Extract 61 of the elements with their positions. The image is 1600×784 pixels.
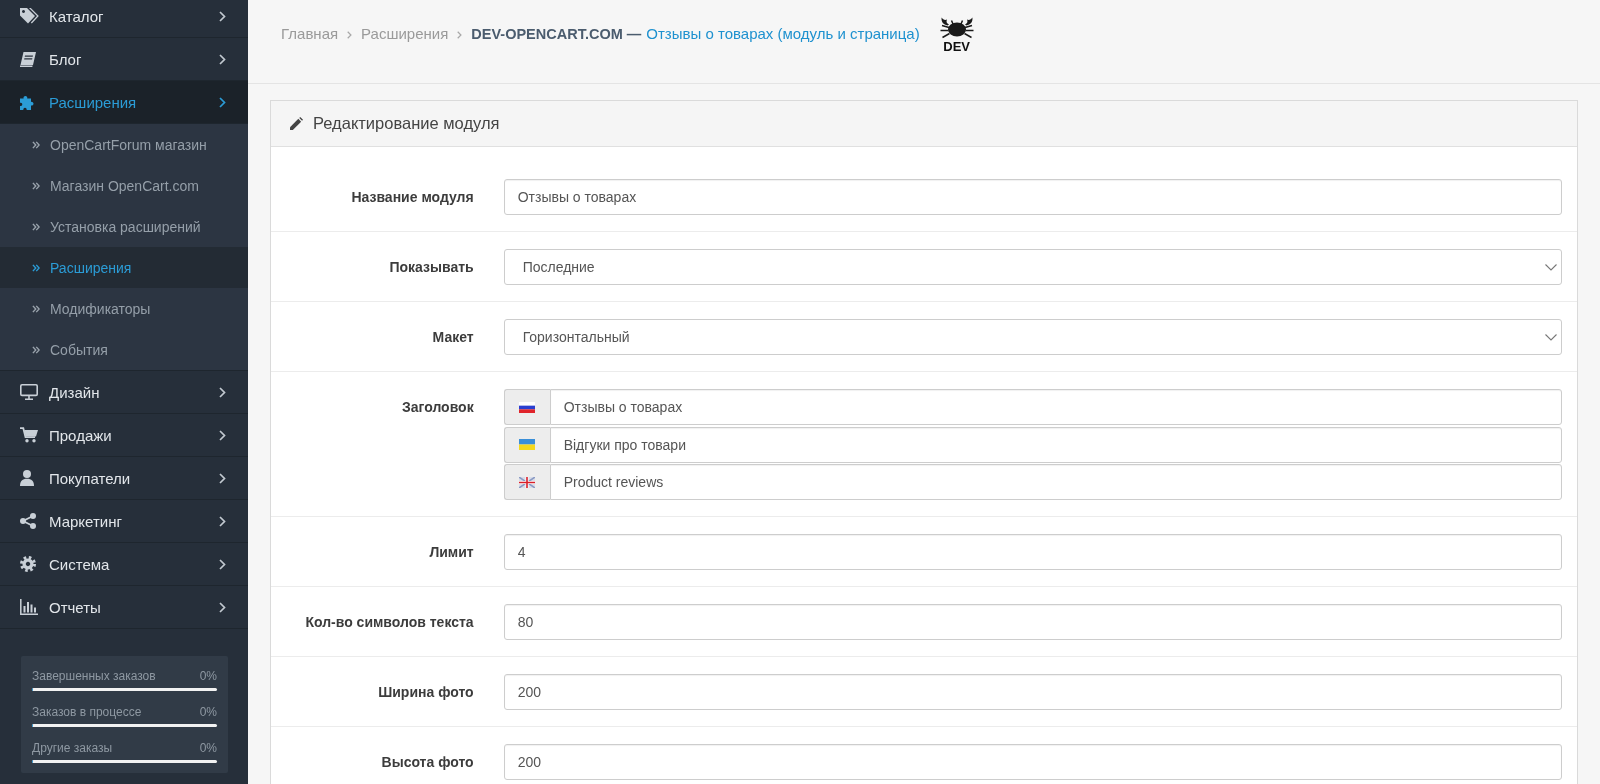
field-label: Макет — [432, 329, 474, 345]
stat-value: 0% — [199, 740, 217, 756]
share-icon — [20, 513, 36, 529]
select-dropdown[interactable]: Горизонтальный — [503, 319, 1562, 355]
field-label: Высота фото — [381, 754, 474, 770]
field-label: Заголовок — [402, 399, 474, 415]
field-label: Кол-во символов текста — [305, 614, 474, 630]
text-input[interactable]: Отзывы о товарах — [503, 179, 1562, 215]
field-label: Название модуля — [351, 189, 474, 205]
text-input[interactable]: 80 — [503, 604, 1562, 640]
field-label: Лимит — [429, 544, 474, 560]
chevron-right-icon — [219, 386, 226, 398]
double-chevron-icon — [32, 181, 40, 190]
title-input[interactable]: Отзывы о товарах — [549, 389, 1562, 425]
double-chevron-icon — [32, 140, 40, 149]
sidebar-subitem[interactable]: Расширения — [0, 247, 248, 288]
pencil-icon — [290, 117, 303, 130]
logo-text: DEV — [943, 39, 971, 53]
stat-value: 0% — [199, 668, 217, 684]
text-input[interactable]: 200 — [503, 674, 1562, 710]
chevron-right-icon — [219, 96, 226, 108]
chevron-right-icon — [219, 515, 226, 527]
cart-icon — [20, 427, 38, 443]
panel-title: Редактирование модуля — [313, 114, 500, 133]
chevron-right-icon — [219, 558, 226, 570]
double-chevron-icon — [32, 345, 40, 354]
field-label: Показывать — [389, 259, 474, 275]
monitor-icon — [20, 384, 38, 400]
text-input[interactable]: 4 — [503, 534, 1562, 570]
british-flag-icon — [519, 476, 536, 488]
double-chevron-icon — [32, 304, 40, 313]
puzzle-icon — [20, 94, 36, 110]
user-icon — [20, 470, 34, 486]
chevron-right-icon — [347, 30, 353, 39]
chevron-right-icon — [219, 601, 226, 613]
chevron-right-icon — [219, 53, 226, 65]
book-icon — [20, 51, 36, 67]
chevron-right-icon — [219, 10, 226, 22]
double-chevron-icon — [32, 263, 40, 272]
bar-chart-icon — [20, 599, 38, 615]
stat-label: Заказов в процессе — [32, 704, 142, 720]
select-dropdown[interactable]: Последние — [503, 249, 1562, 285]
field-label: Ширина фото — [378, 684, 474, 700]
double-chevron-icon — [32, 222, 40, 231]
breadcrumb-title: DEV-OPENCART.COM — — [471, 25, 642, 42]
ukrainian-flag-icon — [519, 439, 536, 450]
chevron-right-icon — [457, 30, 463, 39]
sidebar-item[interactable]: Расширения — [0, 81, 248, 124]
stat-label: Завершенных заказов — [32, 668, 156, 684]
gear-icon — [20, 556, 36, 572]
chevron-down-icon — [1545, 263, 1557, 271]
chevron-right-icon — [219, 429, 226, 441]
title-input[interactable]: Product reviews — [549, 464, 1562, 500]
stat-value: 0% — [199, 704, 217, 720]
tags-icon — [20, 8, 39, 24]
title-input[interactable]: Відгуки про товари — [549, 426, 1562, 463]
chevron-right-icon — [219, 472, 226, 484]
chevron-down-icon — [1545, 333, 1557, 341]
stat-label: Другие заказы — [32, 740, 113, 756]
text-input[interactable]: 200 — [503, 744, 1562, 780]
russian-flag-icon — [519, 401, 536, 413]
